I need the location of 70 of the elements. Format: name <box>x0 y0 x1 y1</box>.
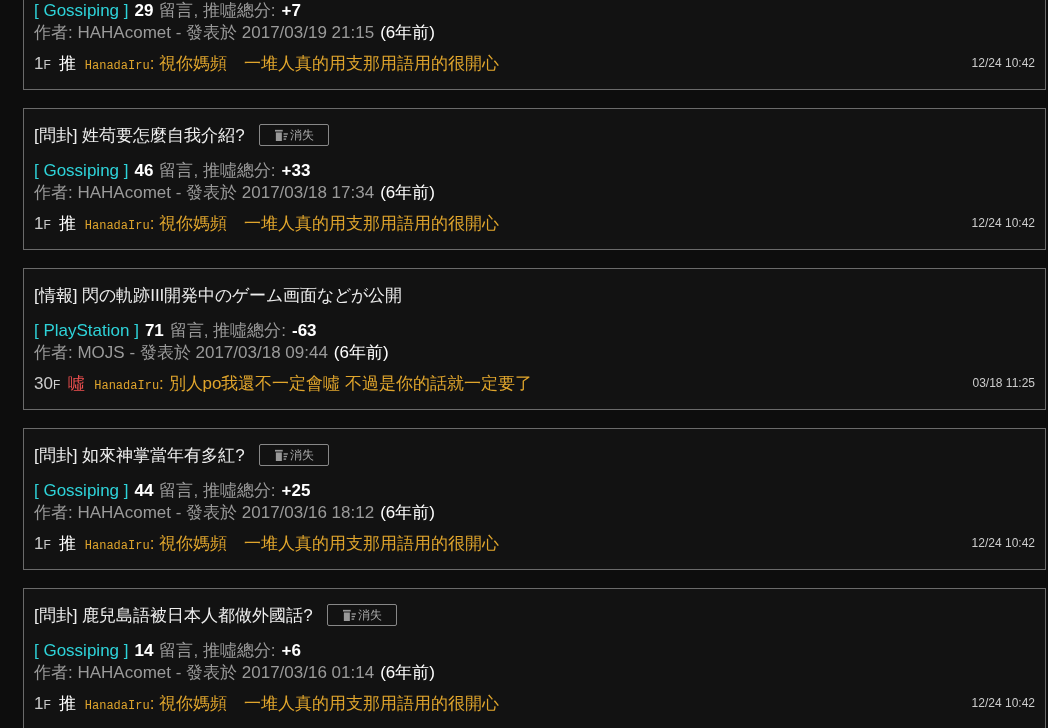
comment-user: HanadaIru <box>94 378 160 393</box>
comment-count: 14 <box>134 641 154 661</box>
push-tag: 推 <box>58 691 76 715</box>
comment-user: HanadaIru <box>84 698 150 713</box>
comment-user: HanadaIru <box>84 58 150 73</box>
floor-unit: F <box>52 377 61 392</box>
board-link[interactable]: [ PlayStation ] <box>34 321 139 341</box>
post-age: (6年前) <box>333 342 389 364</box>
post-age: (6年前) <box>380 182 435 204</box>
comment-label: 留言, 推噓總分: <box>159 640 276 662</box>
post-age: (6年前) <box>380 662 435 684</box>
post-age: (6年前) <box>380 22 435 44</box>
board-link[interactable]: [ Gossiping ] <box>34 481 129 501</box>
hide-button[interactable]: 消失 <box>258 124 329 146</box>
trash-icon <box>341 609 356 621</box>
comment-text: : 視你媽頻 一堆人真的用支那用語用的很開心 <box>149 212 500 235</box>
score: +33 <box>281 161 311 181</box>
floor-number: 30 <box>34 373 53 394</box>
push-tag: 推 <box>58 51 76 75</box>
trash-icon <box>273 449 288 461</box>
board-link[interactable]: [ Gossiping ] <box>34 161 129 181</box>
push-tag: 噓 <box>68 371 86 395</box>
post-title: [問卦] 姓苟要怎麼自我介紹? <box>34 124 245 147</box>
floor-unit: F <box>43 57 51 72</box>
hide-button[interactable]: 消失 <box>258 444 329 466</box>
comment-count: 29 <box>134 1 154 21</box>
floor-number: 1 <box>34 53 44 74</box>
comment-text: : 別人po我還不一定會噓 不過是你的話就一定要了 <box>159 372 533 395</box>
comment-time: 12/24 10:42 <box>971 536 1035 550</box>
author-info: 作者: MOJS - 發表於 2017/03/18 09:44 <box>34 342 328 364</box>
floor-number: 1 <box>34 693 44 714</box>
comment-time: 12/24 10:42 <box>971 216 1035 230</box>
author-info: 作者: HAHAcomet - 發表於 2017/03/18 17:34 <box>34 182 375 204</box>
comment-label: 留言, 推噓總分: <box>159 480 276 502</box>
score: +7 <box>281 1 301 21</box>
score: +25 <box>281 481 311 501</box>
hide-button[interactable]: 消失 <box>326 604 397 626</box>
comment-text: : 視你媽頻 一堆人真的用支那用語用的很開心 <box>149 52 500 75</box>
comment-text: : 視你媽頻 一堆人真的用支那用語用的很開心 <box>149 692 500 715</box>
floor-unit: F <box>43 697 51 712</box>
post-title: [問卦] 鹿兒島語被日本人都做外國話? <box>34 604 313 627</box>
floor-number: 1 <box>34 533 44 554</box>
trash-icon <box>273 129 288 141</box>
comment-user: HanadaIru <box>84 218 150 233</box>
comment-text: : 視你媽頻 一堆人真的用支那用語用的很開心 <box>149 532 500 555</box>
floor-unit: F <box>43 537 51 552</box>
comment-user: HanadaIru <box>84 538 150 553</box>
push-tag: 推 <box>58 211 76 235</box>
comment-label: 留言, 推噓總分: <box>159 160 276 182</box>
push-tag: 推 <box>58 531 76 555</box>
comment-time: 12/24 10:42 <box>971 696 1035 710</box>
comment-count: 71 <box>144 321 164 341</box>
comment-count: 44 <box>134 481 154 501</box>
comment-time: 12/24 10:42 <box>971 56 1035 70</box>
post-title: [情報] 閃の軌跡III開発中のゲーム画面などが公開 <box>34 284 403 307</box>
author-info: 作者: HAHAcomet - 發表於 2017/03/16 18:12 <box>34 502 375 524</box>
post-age: (6年前) <box>380 502 435 524</box>
comment-count: 46 <box>134 161 154 181</box>
board-link[interactable]: [ Gossiping ] <box>34 1 129 21</box>
score: +6 <box>281 641 301 661</box>
post-title: [問卦] 如來神掌當年有多紅? <box>34 444 245 467</box>
board-link[interactable]: [ Gossiping ] <box>34 641 129 661</box>
floor-unit: F <box>43 217 51 232</box>
score: -63 <box>292 321 317 341</box>
author-info: 作者: HAHAcomet - 發表於 2017/03/16 01:14 <box>34 662 375 684</box>
comment-label: 留言, 推噓總分: <box>169 320 286 342</box>
comment-label: 留言, 推噓總分: <box>159 0 276 22</box>
floor-number: 1 <box>34 213 44 234</box>
author-info: 作者: HAHAcomet - 發表於 2017/03/19 21:15 <box>34 22 375 44</box>
comment-time: 03/18 11:25 <box>972 376 1035 390</box>
